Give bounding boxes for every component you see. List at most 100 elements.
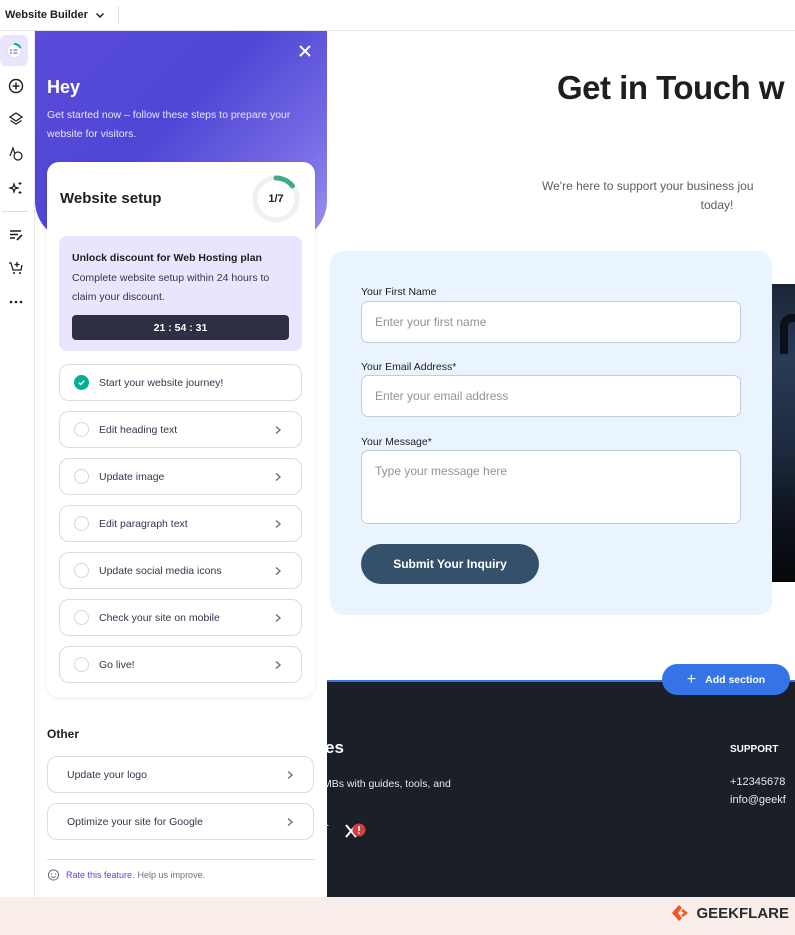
chevron-right-icon: [275, 472, 282, 481]
setup-panel: Hey Get started now – follow these steps…: [35, 31, 327, 897]
page-heading[interactable]: Get in Touch w: [557, 69, 785, 107]
first-name-input[interactable]: Enter your first name: [361, 301, 741, 343]
rail-divider: [2, 211, 28, 212]
setup-step[interactable]: Update social media icons: [59, 552, 302, 589]
other-item-label: Optimize your site for Google: [67, 815, 203, 828]
chevron-right-icon: [287, 770, 294, 779]
message-label: Your Message*: [361, 436, 432, 448]
footer-email[interactable]: info@geekf: [730, 794, 786, 806]
chevron-right-icon: [287, 817, 294, 826]
footer-description: MBs with guides, tools, and: [327, 778, 451, 790]
chevron-right-icon: [275, 613, 282, 622]
contact-image[interactable]: [772, 284, 795, 582]
footer-phone[interactable]: +12345678: [730, 776, 785, 788]
empty-circle-icon: [74, 422, 89, 437]
cart-plus-icon: [8, 261, 23, 274]
setup-step[interactable]: Start your website journey!: [59, 364, 302, 401]
rate-feature-link[interactable]: Rate this feature.: [66, 870, 135, 880]
footer-social-icons: [327, 823, 366, 838]
footer-support-heading: SUPPORT: [730, 744, 779, 755]
panel-subtitle: Get started now – follow these steps to …: [47, 109, 291, 140]
add-element-button[interactable]: [3, 73, 28, 98]
promo-body: Complete website setup within 24 hours t…: [72, 272, 270, 303]
edit-list-icon: [9, 229, 23, 241]
geekflare-logo-icon: [672, 905, 689, 921]
setup-title: Website setup: [60, 190, 162, 207]
chevron-right-icon: [275, 660, 282, 669]
setup-step[interactable]: Check your site on mobile: [59, 599, 302, 636]
more-dots-icon: [9, 300, 22, 303]
smiley-icon: [47, 869, 60, 881]
plus-icon: +: [686, 670, 697, 688]
submit-inquiry-button[interactable]: Submit Your Inquiry: [361, 544, 539, 584]
empty-circle-icon: [74, 563, 89, 578]
lead-paragraph[interactable]: We're here to support your business jou …: [527, 177, 795, 215]
brand-name: GEEKFLARE: [696, 904, 789, 922]
social-icon-partial: [327, 824, 329, 836]
layers-button[interactable]: [3, 106, 28, 131]
other-item-label: Update your logo: [67, 768, 147, 781]
warning-badge-icon: [352, 823, 366, 837]
discount-promo: Unlock discount for Web Hosting plan Com…: [59, 236, 302, 351]
website-setup-card: Website setup 1/7 Unlock discount for We…: [47, 162, 315, 697]
setup-step-label: Update social media icons: [99, 564, 222, 577]
blog-button[interactable]: [3, 222, 28, 247]
ai-tools-button[interactable]: [3, 175, 28, 200]
plus-circle-icon: [8, 78, 23, 93]
left-rail: [0, 31, 35, 897]
greeting: Hey: [47, 77, 81, 97]
other-heading: Other: [47, 727, 80, 741]
feedback-row: Rate this feature. Help us improve.: [47, 859, 315, 889]
empty-circle-icon: [74, 516, 89, 531]
empty-circle-icon: [74, 657, 89, 672]
empty-circle-icon: [74, 469, 89, 484]
sparkles-icon: [7, 181, 21, 194]
email-input[interactable]: Enter your email address: [361, 375, 741, 417]
empty-circle-icon: [74, 610, 89, 625]
divider: [117, 6, 119, 24]
message-textarea[interactable]: Type your message here: [361, 450, 741, 524]
email-label: Your Email Address*: [361, 361, 457, 373]
app-title[interactable]: Website Builder: [5, 9, 88, 21]
website-canvas: Get in Touch w We're here to support you…: [327, 31, 795, 897]
watermark-bar: GEEKFLARE: [0, 897, 795, 935]
contact-form: Your First Name Enter your first name Yo…: [330, 251, 772, 615]
lead-line-2: today!: [700, 198, 734, 212]
chevron-right-icon: [275, 425, 282, 434]
setup-step[interactable]: Go live!: [59, 646, 302, 683]
store-button[interactable]: [3, 255, 28, 280]
checklist-progress-icon: [6, 42, 22, 59]
setup-step-label: Start your website journey!: [99, 376, 224, 389]
progress-ring: 1/7: [251, 174, 301, 224]
lead-line-1: We're here to support your business jou: [542, 179, 754, 193]
styles-button[interactable]: [3, 141, 28, 166]
chevron-right-icon: [275, 566, 282, 575]
add-section-button[interactable]: + Add section: [662, 664, 790, 695]
check-circle-icon: [74, 375, 89, 390]
close-icon[interactable]: [297, 43, 313, 59]
setup-step-label: Check your site on mobile: [99, 611, 220, 624]
chevron-down-icon[interactable]: [94, 9, 106, 21]
image-glyph: [780, 314, 795, 354]
setup-step[interactable]: Edit paragraph text: [59, 505, 302, 542]
feedback-text: Help us improve.: [137, 869, 206, 880]
add-section-label: Add section: [705, 673, 766, 686]
other-item-update-logo[interactable]: Update your logo: [47, 756, 314, 793]
setup-step-label: Update image: [99, 470, 165, 483]
setup-step-label: Go live!: [99, 658, 135, 671]
progress-label: 1/7: [268, 193, 284, 205]
setup-step-label: Edit paragraph text: [99, 517, 188, 530]
chevron-right-icon: [275, 519, 282, 528]
setup-step-label: Edit heading text: [99, 423, 178, 436]
top-bar: Website Builder: [0, 0, 795, 31]
footer-heading: es: [327, 738, 344, 757]
setup-step[interactable]: Edit heading text: [59, 411, 302, 448]
countdown-timer: 21 : 54 : 31: [72, 315, 289, 340]
promo-heading: Unlock discount for Web Hosting plan: [72, 252, 262, 264]
more-button[interactable]: [3, 289, 28, 314]
brand-logo: GEEKFLARE: [670, 903, 789, 923]
other-item-optimize-google[interactable]: Optimize your site for Google: [47, 803, 314, 840]
typography-palette-icon: [8, 145, 23, 161]
setup-step[interactable]: Update image: [59, 458, 302, 495]
setup-progress-button[interactable]: [0, 35, 28, 66]
